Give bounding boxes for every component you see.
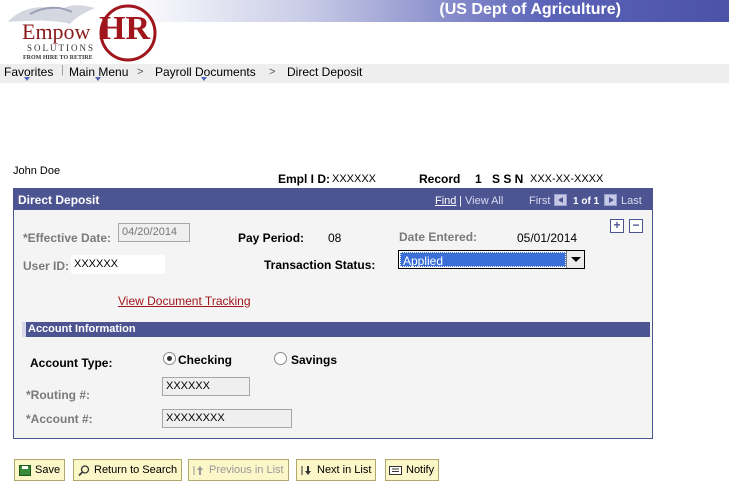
delete-row-button[interactable]: − [629, 219, 643, 233]
pay-period-label: Pay Period: [238, 231, 305, 245]
user-id-label: User ID: [23, 259, 70, 273]
routing-field[interactable]: XXXXXX [162, 377, 250, 396]
row-count: 1 of 1 [573, 196, 600, 207]
routing-label: *Routing #: [26, 388, 90, 402]
save-button[interactable]: Save [14, 459, 66, 481]
next-in-list-label: Next in List [317, 464, 372, 476]
return-to-search-button[interactable]: Return to Search [73, 459, 183, 481]
breadcrumb-separator: > [269, 66, 276, 78]
empl-id-label: Empl I D: [278, 172, 331, 186]
chevron-down-icon[interactable] [24, 77, 30, 81]
empowhr-logo: Empow HR SOLUTIONS FROM HIRE TO RETIRE [0, 0, 170, 66]
panel-header: Direct Deposit Find | View All First 1 o… [14, 189, 652, 210]
empl-id-value: XXXXXX [332, 173, 377, 185]
date-entered-value: 05/01/2014 [517, 231, 578, 245]
transaction-status-value: Applied [400, 252, 566, 268]
notify-label: Notify [406, 464, 435, 476]
ssn-value: XXX-XX-XXXX [530, 173, 604, 185]
panel-title: Direct Deposit [18, 193, 100, 207]
chevron-down-icon[interactable] [201, 77, 207, 81]
breadcrumb: Favorites | Main Menu > Payroll Document… [0, 64, 729, 83]
record-label: Record [419, 172, 461, 186]
previous-in-list-label: Previous in List [209, 464, 284, 476]
notify-icon [389, 465, 402, 476]
account-information-header: Account Information [22, 322, 650, 337]
chevron-down-icon[interactable] [95, 77, 101, 81]
notify-button[interactable]: Notify [385, 459, 440, 481]
record-value: 1 [475, 172, 482, 186]
logo-text-solutions: SOLUTIONS [27, 43, 96, 53]
account-information-title: Account Information [28, 323, 136, 335]
transaction-status-label: Transaction Status: [264, 258, 376, 272]
next-row-icon[interactable] [604, 194, 617, 206]
save-icon [18, 464, 31, 476]
arrow-down-icon [300, 465, 313, 476]
app-header: (US Dept of Agriculture) Empow HR SOLUTI… [0, 0, 729, 66]
savings-label[interactable]: Savings [291, 353, 337, 367]
previous-in-list-button[interactable]: Previous in List [188, 459, 289, 481]
effective-date-label: *Effective Date: [23, 231, 112, 245]
account-label: *Account #: [26, 412, 93, 426]
nav-direct-deposit: Direct Deposit [287, 65, 363, 79]
user-id-field: XXXXXX [71, 255, 165, 274]
search-icon [77, 464, 90, 476]
transaction-status-select[interactable]: Applied [398, 250, 585, 269]
account-type-label: Account Type: [30, 356, 113, 370]
breadcrumb-separator: > [137, 66, 144, 78]
header-banner: (US Dept of Agriculture) [126, 0, 729, 22]
view-document-tracking-link[interactable]: View Document Tracking [118, 294, 251, 308]
add-row-button[interactable]: + [610, 219, 624, 233]
savings-radio[interactable] [274, 352, 287, 365]
save-label: Save [35, 464, 61, 476]
employee-name: John Doe [13, 165, 61, 177]
agency-title: (US Dept of Agriculture) [439, 1, 621, 18]
effective-date-field: 04/20/2014 [118, 223, 190, 242]
arrow-up-icon [192, 465, 205, 476]
chevron-down-icon[interactable] [566, 251, 584, 268]
return-to-search-label: Return to Search [94, 464, 178, 476]
date-entered-label: Date Entered: [399, 230, 478, 244]
find-link[interactable]: Find [435, 195, 456, 207]
first-link[interactable]: First [529, 195, 550, 207]
pay-period-value: 08 [328, 231, 342, 245]
direct-deposit-panel: Direct Deposit Find | View All First 1 o… [13, 188, 653, 439]
checking-radio[interactable] [163, 352, 176, 365]
next-in-list-button[interactable]: Next in List [296, 459, 377, 481]
last-link[interactable]: Last [621, 195, 642, 207]
account-field[interactable]: XXXXXXXX [162, 409, 292, 428]
logo-text-hr: HR [99, 10, 150, 47]
checking-label[interactable]: Checking [178, 353, 232, 367]
ssn-label: S S N [492, 172, 524, 186]
logo-tagline: FROM HIRE TO RETIRE [23, 55, 93, 61]
previous-row-icon[interactable] [554, 194, 567, 206]
view-all-link[interactable]: View All [465, 195, 503, 207]
logo-text-empow: Empow [22, 19, 91, 44]
